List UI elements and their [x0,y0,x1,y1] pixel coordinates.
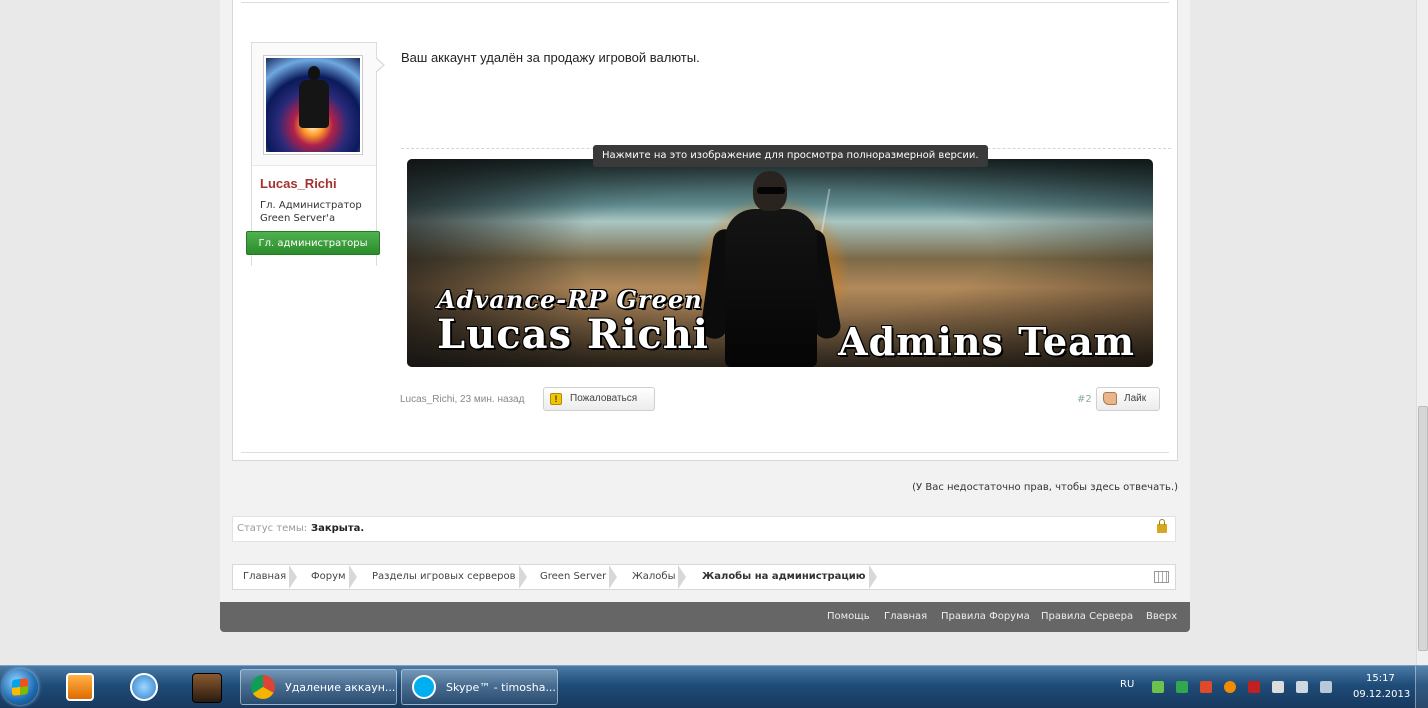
game-icon [192,673,222,703]
user-group-badge: Гл. администраторы [246,231,380,255]
banner-name-text: Lucas Richi [437,311,709,358]
taskbar-skype-label: Skype™ - timosha... [446,681,556,694]
post-container: Lucas_Richi Гл. Администратор Green Serv… [232,0,1178,461]
banner-character [725,209,817,367]
media-player-icon [66,673,94,701]
scrollbar-thumb[interactable] [1418,406,1428,651]
footer-link-top[interactable]: Вверх [1146,611,1177,622]
thumbs-up-icon [1103,392,1117,405]
breadcrumb: Главная Форум Разделы игровых серверов G… [232,564,1176,590]
footer-bar: Помощь Главная Правила Форума Правила Се… [220,602,1190,632]
footer-link-help[interactable]: Помощь [827,611,870,622]
like-button[interactable]: Лайк [1096,387,1160,411]
breadcrumb-admin-complaints[interactable]: Жалобы на администрацию [702,565,877,589]
taskbar-skype-window[interactable]: Skype™ - timosha... [401,669,558,705]
breadcrumb-green-server[interactable]: Green Server [540,565,618,589]
taskbar-chrome-label: Удаление аккаун... [285,681,396,694]
footer-link-home[interactable]: Главная [884,611,927,622]
report-label: Пожаловаться [570,393,638,404]
lock-icon [1157,519,1167,533]
clock-time[interactable]: 15:17 [1366,673,1395,684]
post-meta[interactable]: Lucas_Richi, 23 мин. назад [400,394,524,405]
banner-server-text: Advance-RP Green [437,285,703,314]
like-label: Лайк [1124,393,1147,404]
skype-icon [412,675,436,699]
pinned-media-player[interactable] [54,670,106,704]
footer-link-forum-rules[interactable]: Правила Форума [941,611,1030,622]
user-card: Lucas_Richi Гл. Администратор Green Serv… [246,42,385,266]
language-indicator[interactable]: RU [1120,679,1134,690]
page-scrollbar[interactable] [1416,0,1428,665]
warning-icon: ! [550,393,562,405]
blocked-icon[interactable] [1248,681,1260,693]
chrome-icon [251,675,275,699]
divider [241,2,1169,3]
avast-icon[interactable] [1224,681,1236,693]
taskbar-chrome-window[interactable]: Удаление аккаун... [240,669,397,705]
start-button[interactable] [2,669,38,705]
thread-status-bar: Статус темы: Закрыта. [232,516,1176,542]
pinned-game[interactable] [180,670,232,704]
volume-mute-icon[interactable] [1200,681,1212,693]
no-rights-notice: (У Вас недостаточно прав, чтобы здесь от… [912,482,1178,493]
breadcrumb-complaints[interactable]: Жалобы [632,565,687,589]
footer-link-server-rules[interactable]: Правила Сервера [1041,611,1133,622]
banner-team-text: Admins Team [838,319,1135,364]
signature-banner-image[interactable]: Advance-RP Green Lucas Richi Admins Team [407,159,1153,367]
show-desktop-button[interactable] [1415,666,1428,708]
avatar[interactable] [263,55,363,155]
status-value: Закрыта. [311,523,365,534]
windows-taskbar: Удаление аккаун... Skype™ - timosha... R… [0,665,1428,708]
image-tooltip: Нажмите на это изображение для просмотра… [593,145,988,167]
report-button[interactable]: ! Пожаловаться [543,387,655,411]
breadcrumb-home[interactable]: Главная [243,565,298,589]
sitemap-icon[interactable] [1154,571,1169,583]
post-message: Ваш аккаунт удалён за продажу игровой ва… [401,50,700,65]
username-link[interactable]: Lucas_Richi [260,176,337,191]
action-center-flag-icon[interactable] [1272,681,1284,693]
post-number-link[interactable]: #2 [1077,394,1092,405]
security-icon[interactable] [1176,681,1188,693]
network-status-icon[interactable] [1152,681,1164,693]
user-title: Гл. Администратор Green Server'a [260,200,362,224]
windows-logo-icon [12,678,28,696]
pinned-download[interactable] [118,670,170,704]
clock-date[interactable]: 09.12.2013 [1353,689,1410,700]
monitor-icon[interactable] [1320,681,1332,693]
breadcrumb-forum[interactable]: Форум [311,565,357,589]
status-label: Статус темы: [237,523,308,534]
divider [241,452,1169,453]
speaker-icon[interactable] [1296,681,1308,693]
download-icon [130,673,158,701]
breadcrumb-game-servers[interactable]: Разделы игровых серверов [372,565,527,589]
forum-page: Lucas_Richi Гл. Администратор Green Serv… [220,0,1190,632]
